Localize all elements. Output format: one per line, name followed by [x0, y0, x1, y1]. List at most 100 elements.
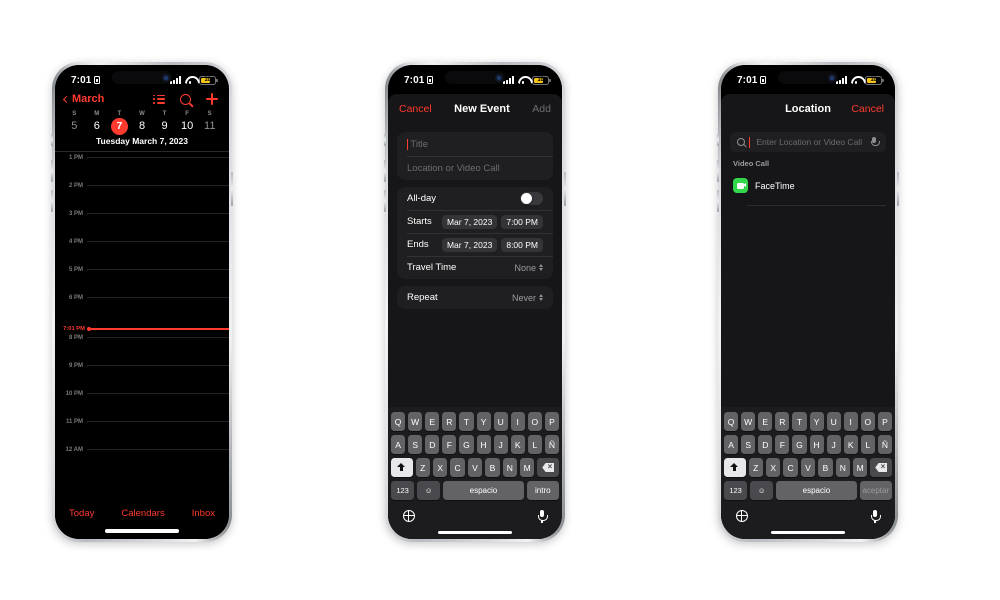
key-o[interactable]: O [860, 412, 875, 431]
travel-time-row[interactable]: Travel Time None [397, 256, 553, 279]
emoji-icon[interactable]: ☺ [750, 481, 774, 500]
key-enye[interactable]: Ñ [877, 435, 892, 454]
key-u[interactable]: U [493, 412, 508, 431]
key-a[interactable]: A [724, 435, 739, 454]
key-k[interactable]: K [510, 435, 525, 454]
key-b[interactable]: B [485, 458, 500, 477]
date-cell-6[interactable]: 6 [86, 117, 109, 135]
key-g[interactable]: G [792, 435, 807, 454]
search-input[interactable]: Enter Location or Video Call [730, 132, 886, 152]
plus-icon[interactable] [206, 93, 218, 105]
key-e[interactable]: E [758, 412, 773, 431]
silent-switch[interactable] [51, 134, 53, 146]
shift-icon[interactable] [390, 458, 413, 477]
home-indicator[interactable] [724, 526, 892, 539]
date-cell-10[interactable]: 10 [176, 117, 199, 135]
key-n[interactable]: N [835, 458, 851, 477]
key-q[interactable]: Q [724, 412, 739, 431]
key-v[interactable]: V [467, 458, 483, 477]
key-s[interactable]: S [408, 435, 423, 454]
key-j[interactable]: J [826, 435, 841, 454]
key-j[interactable]: J [493, 435, 508, 454]
numbers-key[interactable]: 123 [391, 481, 415, 500]
back-to-march-button[interactable]: March [62, 93, 104, 105]
key-e[interactable]: E [425, 412, 440, 431]
key-w[interactable]: W [408, 412, 423, 431]
key-z[interactable]: Z [415, 458, 430, 477]
day-timeline[interactable]: 1 PM 2 PM 3 PM 4 PM 5 PM 6 PM 7:01 PM 8 … [55, 152, 229, 504]
delete-icon[interactable] [870, 458, 893, 477]
volume-up-button[interactable] [717, 160, 719, 182]
microphone-icon[interactable] [870, 136, 880, 148]
key-h[interactable]: H [809, 435, 824, 454]
key-o[interactable]: O [527, 412, 542, 431]
key-k[interactable]: K [843, 435, 858, 454]
key-m[interactable]: M [520, 458, 535, 477]
key-w[interactable]: W [741, 412, 756, 431]
globe-icon[interactable] [402, 509, 415, 522]
ends-time-button[interactable]: 8:00 PM [501, 237, 543, 252]
key-q[interactable]: Q [391, 412, 406, 431]
key-p[interactable]: P [544, 412, 559, 431]
silent-switch[interactable] [717, 134, 719, 146]
return-key[interactable]: intro [526, 481, 559, 500]
space-key[interactable]: espacio [443, 481, 524, 500]
ends-row[interactable]: Ends Mar 7, 2023 8:00 PM [397, 233, 553, 256]
key-f[interactable]: F [775, 435, 790, 454]
calendars-button[interactable]: Calendars [121, 508, 164, 519]
power-button[interactable] [231, 172, 233, 206]
add-button[interactable]: Add [532, 103, 551, 115]
starts-row[interactable]: Starts Mar 7, 2023 7:00 PM [397, 210, 553, 233]
microphone-icon[interactable] [870, 509, 881, 523]
today-button[interactable]: Today [69, 508, 94, 519]
key-i[interactable]: I [510, 412, 525, 431]
key-r[interactable]: R [775, 412, 790, 431]
key-z[interactable]: Z [748, 458, 763, 477]
key-x[interactable]: X [765, 458, 781, 477]
date-cell-8[interactable]: 8 [131, 117, 154, 135]
cancel-button[interactable]: Cancel [399, 103, 432, 115]
emoji-icon[interactable]: ☺ [417, 481, 441, 500]
volume-down-button[interactable] [384, 190, 386, 212]
inbox-button[interactable]: Inbox [192, 508, 215, 519]
key-l[interactable]: L [860, 435, 875, 454]
date-cell-7-selected[interactable]: 7 [108, 117, 131, 135]
list-item-facetime[interactable]: FaceTime [721, 175, 895, 196]
key-t[interactable]: T [792, 412, 807, 431]
globe-icon[interactable] [735, 509, 748, 522]
key-l[interactable]: L [527, 435, 542, 454]
date-cell-11[interactable]: 11 [198, 117, 221, 135]
key-v[interactable]: V [800, 458, 816, 477]
return-key[interactable]: aceptar [859, 481, 892, 500]
key-x[interactable]: X [432, 458, 448, 477]
space-key[interactable]: espacio [776, 481, 857, 500]
silent-switch[interactable] [384, 134, 386, 146]
list-view-icon[interactable] [153, 94, 165, 104]
starts-time-button[interactable]: 7:00 PM [501, 214, 543, 229]
key-p[interactable]: P [877, 412, 892, 431]
key-y[interactable]: Y [476, 412, 491, 431]
key-h[interactable]: H [476, 435, 491, 454]
key-c[interactable]: C [450, 458, 465, 477]
delete-icon[interactable] [537, 458, 560, 477]
key-t[interactable]: T [459, 412, 474, 431]
volume-down-button[interactable] [51, 190, 53, 212]
home-indicator[interactable] [391, 526, 559, 539]
repeat-row[interactable]: Repeat Never [397, 286, 553, 309]
numbers-key[interactable]: 123 [724, 481, 748, 500]
location-field-row[interactable]: Location or Video Call [397, 156, 553, 180]
search-icon[interactable] [180, 93, 191, 105]
cancel-button[interactable]: Cancel [851, 103, 884, 115]
key-d[interactable]: D [758, 435, 773, 454]
key-i[interactable]: I [843, 412, 858, 431]
key-f[interactable]: F [442, 435, 457, 454]
key-r[interactable]: R [442, 412, 457, 431]
volume-down-button[interactable] [717, 190, 719, 212]
key-m[interactable]: M [853, 458, 868, 477]
key-n[interactable]: N [502, 458, 518, 477]
volume-up-button[interactable] [384, 160, 386, 182]
power-button[interactable] [897, 172, 899, 206]
date-cell-9[interactable]: 9 [153, 117, 176, 135]
all-day-toggle[interactable] [520, 192, 543, 205]
key-s[interactable]: S [741, 435, 756, 454]
